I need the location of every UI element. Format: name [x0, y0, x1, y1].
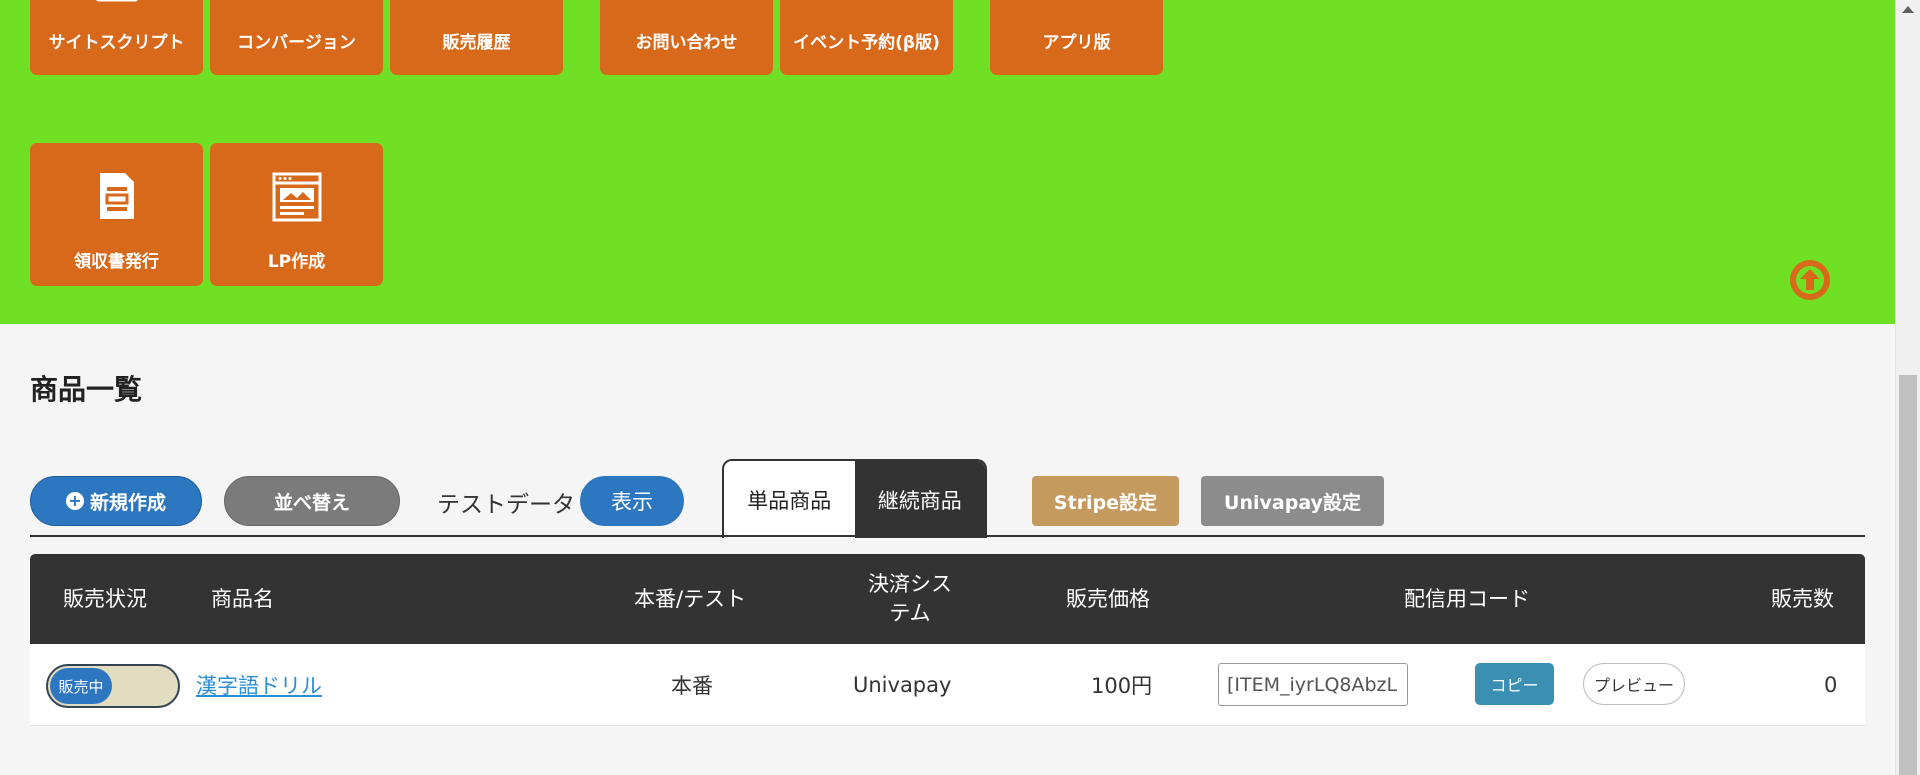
- menu-tile-label: イベント予約(β版): [793, 33, 940, 53]
- header-env: 本番/テスト: [634, 586, 747, 611]
- calendar-icon: [843, 0, 891, 2]
- product-name-cell: 漢字語ドリル: [196, 644, 322, 725]
- payment-cell: Univapay: [853, 672, 952, 697]
- menu-tile-label: 販売履歴: [442, 33, 511, 53]
- menu-tile-site-script[interactable]: サイトスクリプト: [30, 0, 203, 75]
- sale-status-toggle[interactable]: 販売中: [46, 664, 180, 708]
- menu-tile-conversion[interactable]: コンバージョン: [210, 0, 383, 75]
- sales-count-cell: 0: [1824, 672, 1838, 697]
- new-product-button[interactable]: + 新規作成: [30, 476, 202, 526]
- product-name-link[interactable]: 漢字語ドリル: [196, 670, 322, 700]
- scroll-thumb[interactable]: [1899, 375, 1917, 775]
- header-payment-line1: 決済シス: [868, 572, 952, 596]
- header-price: 販売価格: [1066, 586, 1150, 611]
- inquiry-icon: [667, 0, 707, 2]
- header-payment-line2: テム: [889, 601, 931, 625]
- menu-tile-label: LP作成: [267, 252, 326, 272]
- tab-continuous-product[interactable]: 継続商品: [854, 461, 985, 538]
- delivery-code-input[interactable]: [1218, 663, 1408, 706]
- menu-tile-app[interactable]: アプリ版: [990, 0, 1163, 75]
- scroll-up-arrow-icon[interactable]: [1902, 6, 1914, 13]
- plus-circle-icon: +: [65, 492, 84, 510]
- menu-tile-event-booking[interactable]: イベント予約(β版): [780, 0, 953, 75]
- sale-status-knob: 販売中: [50, 668, 112, 704]
- mobile-icon: [1062, 0, 1092, 2]
- price-cell: 100円: [1091, 673, 1153, 698]
- menu-tile-sales-history[interactable]: 販売履歴: [390, 0, 563, 75]
- new-product-label: 新規作成: [89, 491, 166, 514]
- arrow-up-icon: [1796, 266, 1824, 294]
- menu-tile-inquiry[interactable]: お問い合わせ: [600, 0, 773, 75]
- header-payment: 決済シス テム: [850, 554, 970, 644]
- conversion-icon: [287, 0, 307, 2]
- page-scrollbar[interactable]: [1895, 0, 1920, 775]
- stripe-settings-button[interactable]: Stripe設定: [1032, 476, 1179, 526]
- show-test-data-button[interactable]: 表示: [580, 476, 684, 526]
- menu-tile-label: お問い合わせ: [635, 33, 738, 53]
- header-name: 商品名: [211, 586, 274, 611]
- env-cell: 本番: [671, 673, 713, 698]
- scroll-to-top-button[interactable]: [1790, 260, 1830, 300]
- header-code: 配信用コード: [1404, 586, 1530, 611]
- tab-single-product[interactable]: 単品商品: [724, 461, 855, 538]
- menu-tile-label: 領収書発行: [74, 252, 159, 272]
- copy-button[interactable]: コピー: [1475, 663, 1554, 705]
- menu-tile-receipt[interactable]: 領収書発行: [30, 143, 203, 286]
- header-status: 販売状況: [63, 586, 147, 611]
- test-data-label: テストデータ: [437, 492, 575, 518]
- receipt-icon: [99, 173, 134, 219]
- sort-button[interactable]: 並べ替え: [224, 476, 400, 526]
- menu-tile-lp-create[interactable]: LP作成: [210, 143, 383, 286]
- preview-button[interactable]: プレビュー: [1583, 663, 1685, 705]
- univapay-settings-button[interactable]: Univapay設定: [1201, 476, 1384, 526]
- menu-tile-label: サイトスクリプト: [48, 33, 185, 53]
- menu-area: サイトスクリプト コンバージョン 販売履歴 お問い合わせ イベント予約(β版): [0, 0, 1895, 324]
- script-icon: [95, 0, 138, 2]
- table-header: 販売状況 商品名 本番/テスト 決済シス テム 販売価格 配信用コード 販売数: [30, 554, 1865, 644]
- header-sales: 販売数: [1771, 586, 1834, 611]
- history-icon: [457, 0, 497, 2]
- table-row: 販売中 漢字語ドリル 本番 Univapay 100円 コピー プレビュー 0: [30, 644, 1865, 726]
- page-title: 商品一覧: [30, 373, 143, 406]
- product-type-tabs: 単品商品 継続商品: [722, 459, 987, 538]
- divider: [30, 535, 1865, 537]
- menu-tile-label: コンバージョン: [237, 33, 356, 53]
- menu-tile-label: アプリ版: [1042, 33, 1111, 53]
- landing-page-icon: [272, 172, 321, 222]
